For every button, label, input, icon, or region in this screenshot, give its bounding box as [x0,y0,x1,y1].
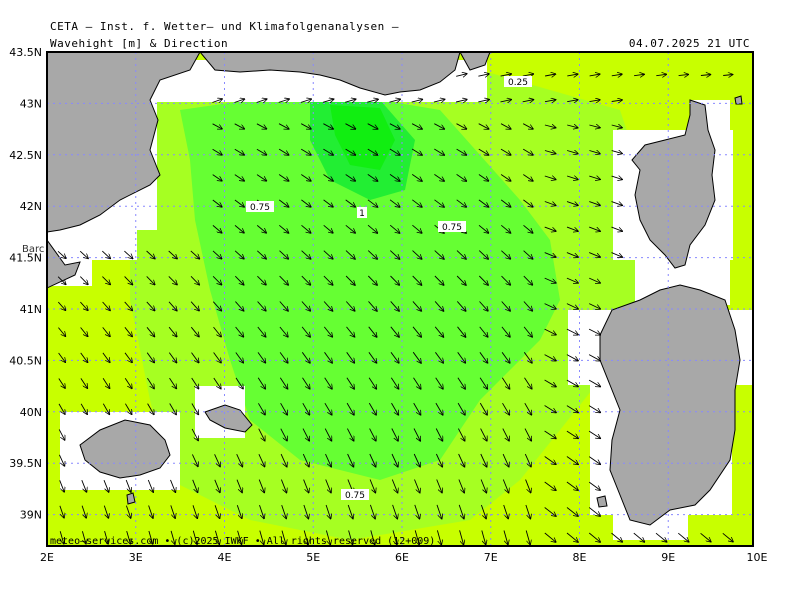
lat-tick-label: 40.5N [9,354,42,367]
map-field: 0.25 0.75 1 0.75 0.75 [47,52,753,546]
lat-tick-label: 41N [20,303,42,316]
lon-labels: 2E 3E 4E 5E 6E 7E 8E 9E 10E [40,551,767,564]
lon-tick-label: 6E [395,551,409,564]
lat-tick-label: 39.5N [9,457,42,470]
lon-tick-label: 7E [484,551,498,564]
land-islet-east [734,95,743,105]
lat-labels: 43.5N43N42.5N42N41.5N41N40.5N40N39.5N39N [9,46,42,522]
lat-tick-label: 40N [20,406,42,419]
contour-label: 1 [359,209,365,219]
land-islet-sardinia-sw [596,495,608,508]
lat-tick-label: 42.5N [9,149,42,162]
land-ibiza [126,492,136,505]
contour-label: 0.75 [250,203,270,213]
wave-height-map: 0.25 0.75 1 0.75 0.75 2E 3E 4E 5E 6E 7E 8E 9E 10E 43… [9,46,767,564]
lon-tick-label: 3E [129,551,143,564]
footer-credit: meteo–services.com • (c)2025 IWKF • All … [50,536,435,547]
contour-label: 0.75 [442,223,462,233]
lon-tick-label: 8E [573,551,587,564]
lon-tick-label: 4E [218,551,232,564]
contour-label: 0.75 [345,491,365,501]
lat-tick-label: 43.5N [9,46,42,59]
lat-tick-label: 39N [20,509,42,522]
lon-tick-label: 2E [40,551,54,564]
city-label: Barc [22,244,44,255]
contour-label: 0.25 [508,78,528,88]
lon-tick-label: 5E [306,551,320,564]
lon-tick-label: 10E [747,551,768,564]
lon-tick-label: 9E [661,551,675,564]
lat-tick-label: 43N [20,97,42,110]
lat-tick-label: 42N [20,200,42,213]
